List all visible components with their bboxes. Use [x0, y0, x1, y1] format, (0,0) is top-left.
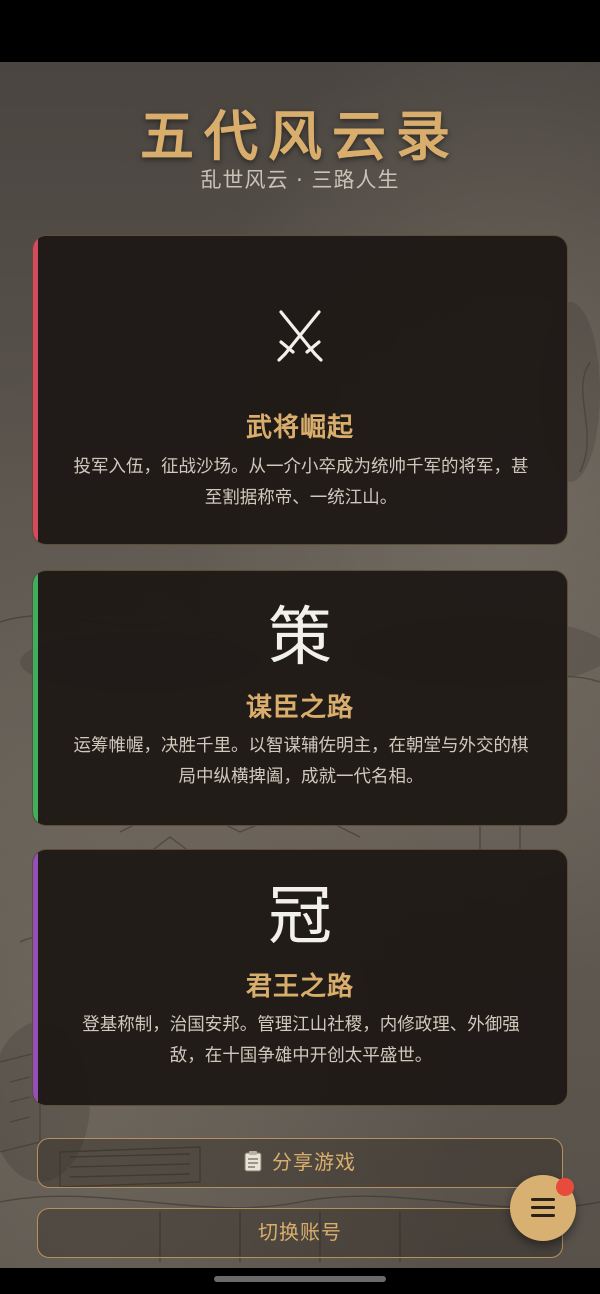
status-bar [0, 0, 600, 62]
game-title: 五代风云录 [140, 104, 460, 168]
crown-glyph-icon: 冠 [268, 880, 332, 954]
path-description: 登基称制，治国安邦。管理江山社稷，内修政理、外御强敌，在十国争雄中开创太平盛世。 [82, 1015, 520, 1066]
app-screen: 五代风云录 乱世风云 · 三路人生 武将崛起 投军入伍，征战沙场。从一介小卒成为… [0, 0, 600, 1294]
crossed-swords-icon [33, 308, 567, 368]
game-subtitle: 乱世风云 · 三路人生 [200, 168, 400, 192]
path-card-strategist[interactable]: 策 谋臣之路 运筹帷幄，决胜千里。以智谋辅佐明主，在朝堂与外交的棋局中纵横捭阖，… [32, 570, 568, 826]
share-game-button[interactable]: 分享游戏 [37, 1138, 563, 1188]
menu-icon [531, 1198, 555, 1218]
clipboard-icon [244, 1151, 262, 1172]
path-title: 谋臣之路 [245, 693, 354, 723]
switch-account-button[interactable]: 切换账号 [37, 1208, 563, 1258]
switch-account-label: 切换账号 [258, 1220, 342, 1244]
path-description: 投军入伍，征战沙场。从一介小卒成为统帅千军的将军，甚至割据称帝、一统江山。 [73, 457, 529, 508]
share-game-label: 分享游戏 [272, 1150, 356, 1174]
path-description: 运筹帷幄，决胜千里。以智谋辅佐明主，在朝堂与外交的棋局中纵横捭阖，成就一代名相。 [73, 736, 529, 787]
strategy-glyph-icon: 策 [268, 601, 332, 675]
crossed-swords-icon-svg [277, 310, 323, 362]
notification-dot [556, 1178, 574, 1196]
path-title: 君王之路 [245, 972, 354, 1002]
path-card-emperor[interactable]: 冠 君王之路 登基称制，治国安邦。管理江山社稷，内修政理、外御强敌，在十国争雄中… [32, 849, 568, 1106]
path-title: 武将崛起 [245, 413, 354, 443]
path-card-warrior[interactable]: 武将崛起 投军入伍，征战沙场。从一介小卒成为统帅千军的将军，甚至割据称帝、一统江… [32, 235, 568, 545]
home-indicator [214, 1276, 386, 1282]
